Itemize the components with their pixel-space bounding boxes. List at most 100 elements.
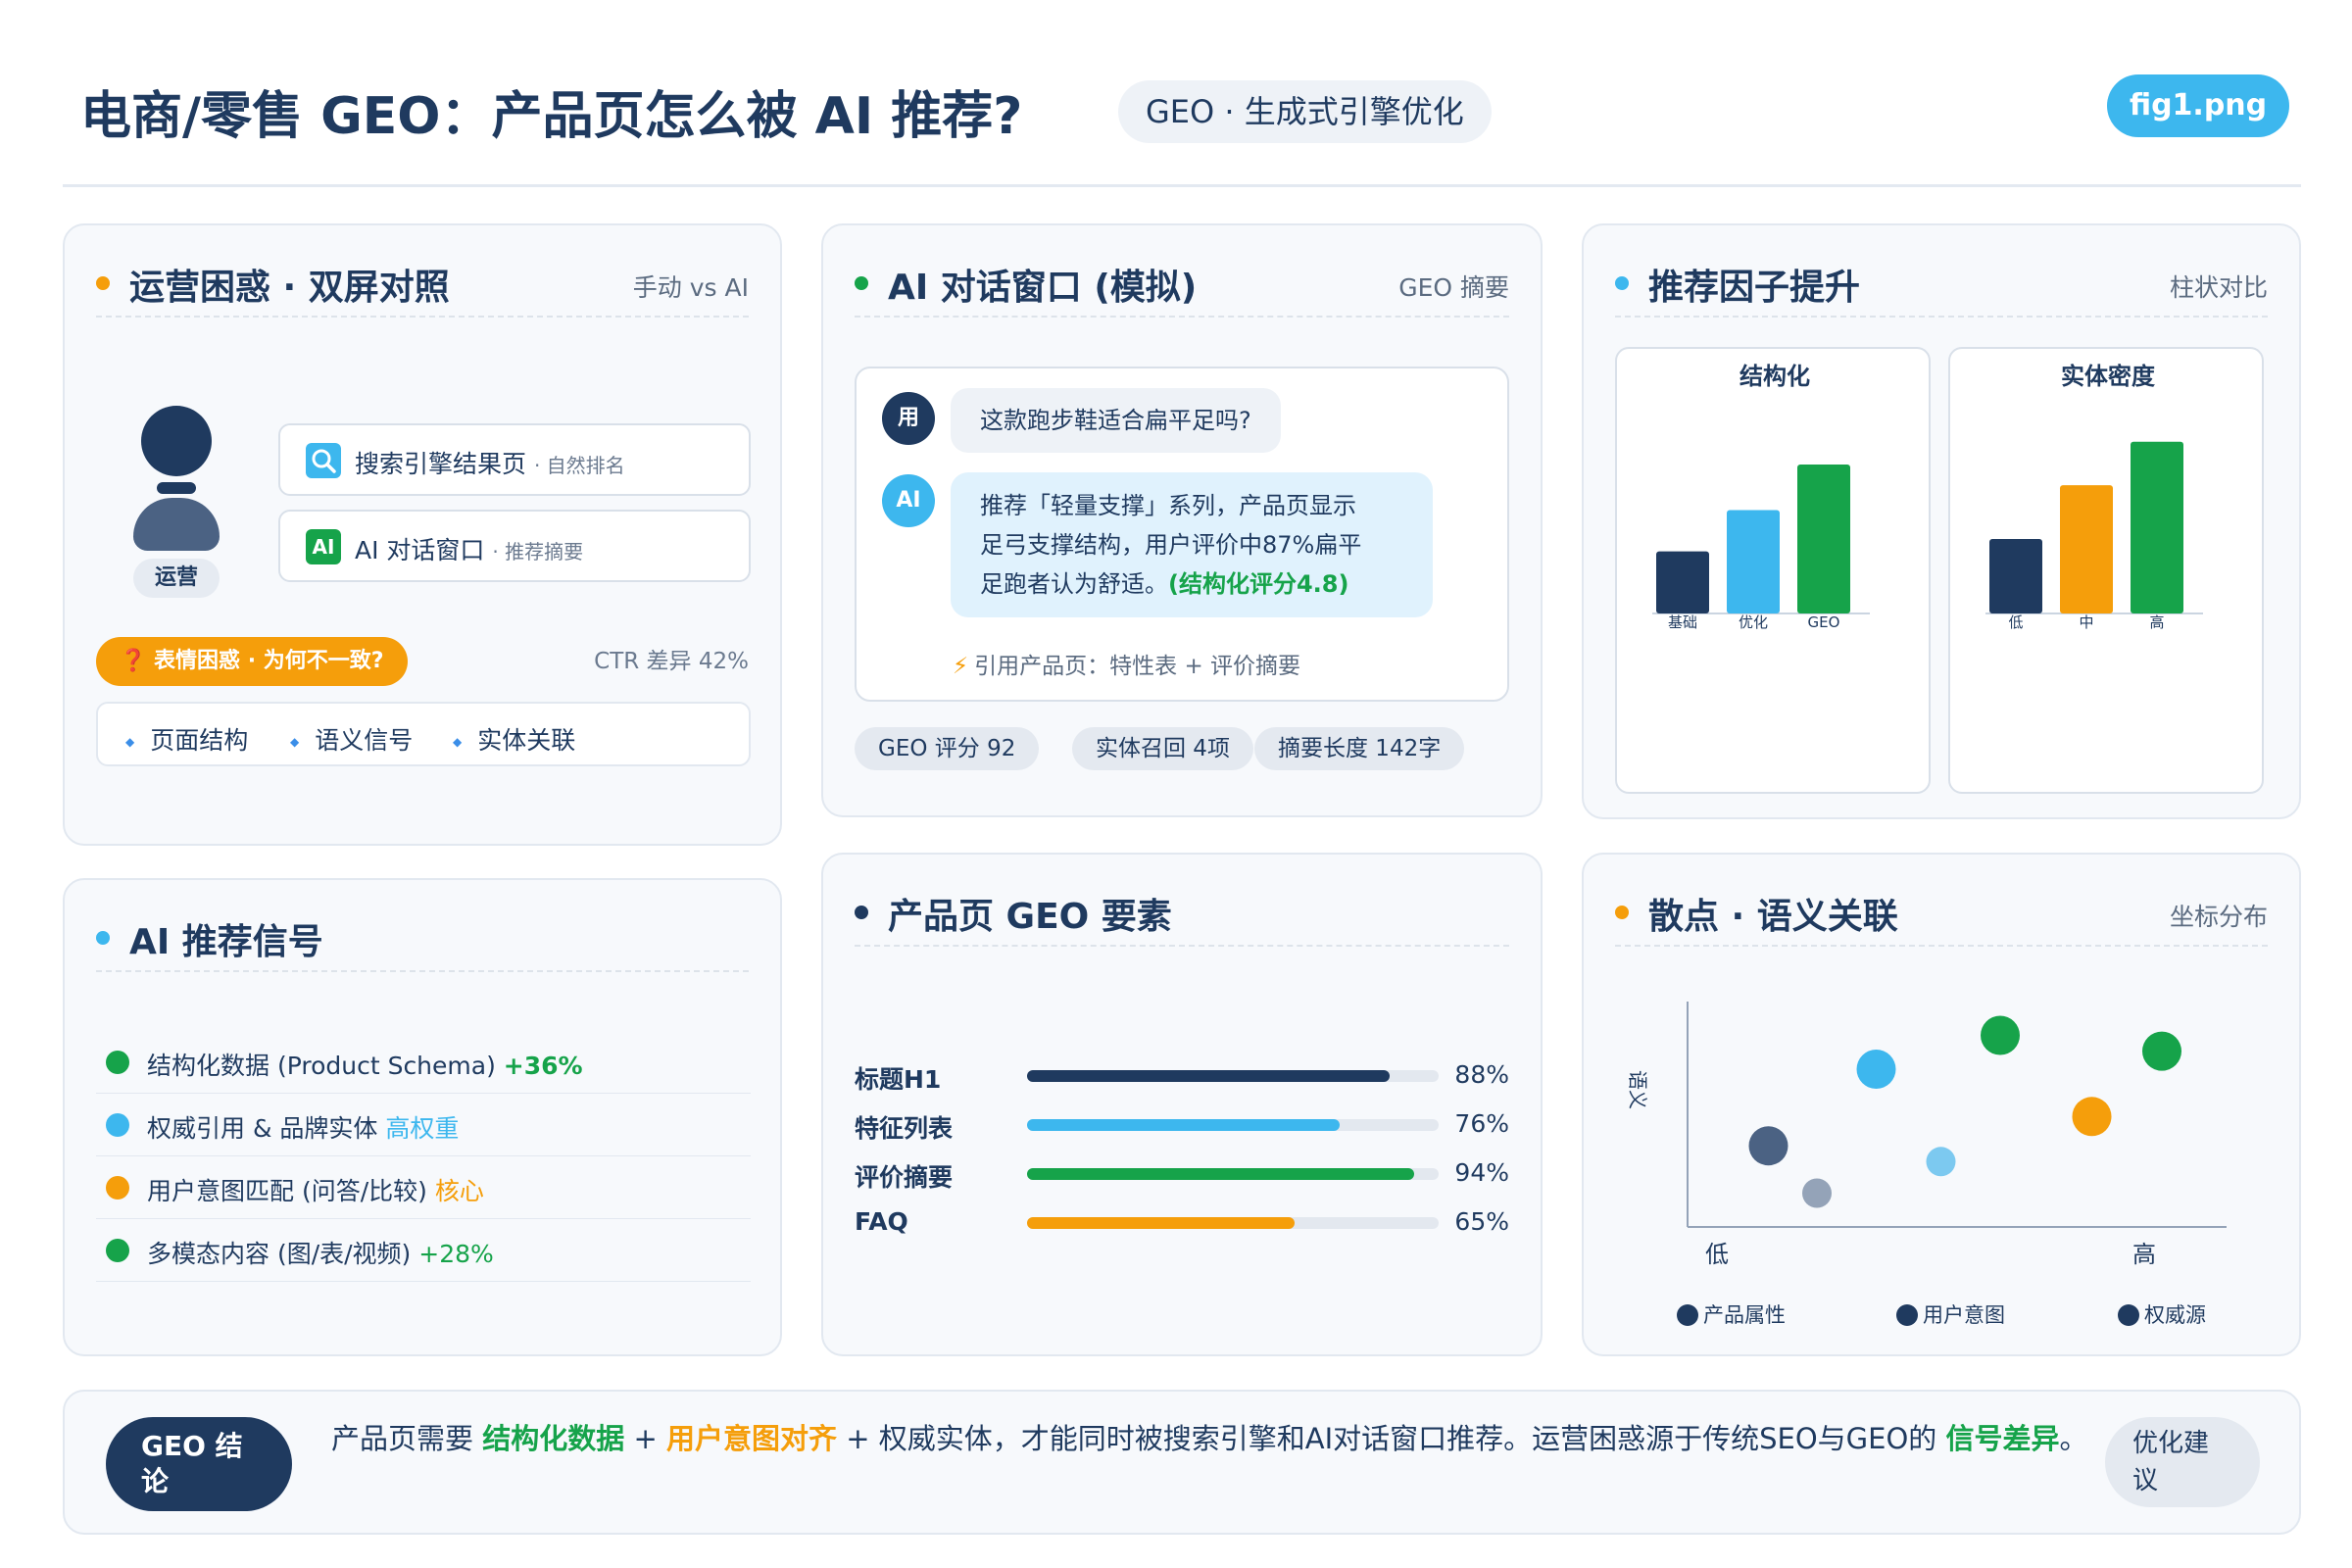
x-tick-label: 高 [2132,1241,2156,1268]
bar-chart-svg: 结构化基础 优化 GEO [1652,363,1870,631]
scatter-point [1981,1015,2020,1055]
conclusion-bar: GEO 结论 产品页需要 结构化数据 + 用户意图对齐 + 权威实体，才能同时被… [63,1390,2301,1535]
signal-text: 用户意图匹配 (问答/比较) [147,1177,427,1205]
chart-tick-label: 优化 [1739,613,1768,631]
bar-chart-svg: 实体密度低 中 高 [1985,363,2203,631]
legend-marker [2118,1304,2139,1326]
chart-bar [1656,551,1709,613]
page-title: 电商/零售 GEO：产品页怎么被 AI 推荐? [80,87,1023,146]
chart-bar [1727,510,1780,613]
screen-note: · 推荐摘要 [492,540,584,564]
factor-item: 页面结构 [125,721,248,757]
chart-bar [1797,465,1850,613]
chart-tick-label: 中 [2079,613,2093,631]
signal-badge: +36% [503,1052,583,1080]
panel-scatter: 散点 · 语义关联 坐标分布 语义低高产品属性 用户意图 权威源 [1582,853,2301,1356]
element-label: 特征列表 [855,1114,954,1143]
search-icon [306,443,341,478]
chart-tick-label: 高 [2149,613,2164,631]
user-avatar: 用 [882,392,935,445]
element-value: 88% [1454,1060,1509,1089]
signal-item: 用户意图匹配 (问答/比较) 核心 [96,1156,751,1219]
ai-chat-screen[interactable]: AI AI 对话窗口 · 推荐摘要 [278,510,751,582]
bullet-dot-icon [855,906,868,919]
element-label: 标题H1 [855,1065,942,1094]
legend-label: 权威源 [2144,1303,2206,1327]
chart-title: 实体密度 [2061,363,2156,390]
panel-ai-chat: AI 对话窗口 (模拟) GEO 摘要 用 这款跑步鞋适合扁平足吗? AI 推荐… [821,223,1543,817]
x-tick-label: 低 [1705,1241,1729,1268]
role-label: 运营 [133,559,220,598]
lightning-icon: ⚡ [953,654,969,679]
progress-fill [1027,1070,1390,1082]
conclusion-label: GEO 结论 [106,1417,292,1511]
panel-header: 运营困惑 · 双屏对照 手动 vs AI [96,251,749,318]
user-avatar-neck [157,482,196,494]
chat-window: 用 这款跑步鞋适合扁平足吗? AI 推荐「轻量支撑」系列，产品页显示 足弓支撑结… [855,367,1509,702]
search-results-screen[interactable]: 搜索引擎结果页 · 自然排名 [278,423,751,496]
bullet-dot-icon [1615,276,1629,290]
element-row: 特征列表 76% [855,1105,1509,1145]
conclusion-segment: 产品页需要 [331,1422,483,1455]
factor-list: 页面结构 语义信号 实体关联 [96,702,751,766]
panel-header: 产品页 GEO 要素 [855,880,1509,947]
signal-badge: 高权重 [385,1114,460,1143]
progress-track [1027,1070,1439,1082]
signal-text: 结构化数据 (Product Schema) [147,1052,496,1080]
panel-title: 推荐因子提升 [1648,268,1861,308]
conclusion-segment: 。 [2059,1422,2088,1455]
scatter-point [1926,1147,1956,1177]
progress-fill [1027,1168,1414,1180]
metric-chip: 实体召回 4项 [1072,727,1253,770]
chart-bar [2060,485,2113,613]
answer-line: 推荐「轻量支撑」系列，产品页显示 [980,492,1356,519]
progress-track [1027,1119,1439,1131]
answer-line: 足弓支撑结构，用户评价中87%扁平 [980,531,1362,559]
scatter-point [1802,1178,1832,1208]
screen-note: · 自然排名 [533,454,625,477]
signal-text: 权威引用 & 品牌实体 [147,1114,378,1143]
chart-title: 结构化 [1740,363,1810,390]
panel-tag: GEO 摘要 [1398,273,1509,302]
citation: ⚡ 引用产品页：特性表 + 评价摘要 [953,647,1300,680]
conclusion-segment: + 权威实体，才能同时被搜索引擎和AI对话窗口推荐。运营困惑源于传统SEO与GE… [837,1422,1946,1455]
panel-confusion: 运营困惑 · 双屏对照 手动 vs AI 运营 搜索引擎结果页 · 自然排名 A… [63,223,782,846]
factor-item: 实体关联 [453,721,575,757]
file-tag-button[interactable]: fig1.png [2107,74,2289,137]
user-avatar-body [133,498,220,551]
legend-label: 用户意图 [1923,1303,2005,1327]
optimization-advice-button[interactable]: 优化建议 [2105,1417,2260,1507]
panel-header: AI 对话窗口 (模拟) GEO 摘要 [855,251,1509,318]
answer-highlight: (结构化评分4.8) [1168,570,1349,598]
progress-fill [1027,1217,1295,1229]
signal-badge: +28% [418,1240,494,1268]
conclusion-highlight: 信号差异 [1945,1422,2060,1455]
signal-item: 权威引用 & 品牌实体 高权重 [96,1094,751,1156]
screen-label: AI 对话窗口 [355,536,485,564]
chart-tick-label: 基础 [1668,613,1697,631]
subtitle-pill: GEO · 生成式引擎优化 [1118,80,1492,143]
conclusion-segment: + [624,1422,666,1455]
element-value: 94% [1454,1158,1509,1187]
screen-label: 搜索引擎结果页 [355,450,527,478]
ai-badge-icon: AI [306,529,341,564]
bullet-dot-icon [855,276,868,290]
legend-marker [1677,1304,1698,1326]
factor-item: 语义信号 [290,721,413,757]
chart-bar [1989,539,2042,613]
scatter-point [1856,1050,1896,1089]
signal-dot-icon [106,1113,129,1137]
element-row: FAQ 65% [855,1203,1509,1243]
element-label: FAQ [855,1207,908,1236]
conclusion-highlight: 用户意图对齐 [665,1422,837,1455]
panel-ai-signals: AI 推荐信号 结构化数据 (Product Schema) +36% 权威引用… [63,878,782,1356]
ctr-difference: CTR 差异 42% [594,649,749,674]
chart-bar [2131,441,2183,613]
conclusion-text: 产品页需要 结构化数据 + 用户意图对齐 + 权威实体，才能同时被搜索引擎和AI… [331,1417,2134,1460]
conclusion-highlight: 结构化数据 [482,1422,625,1455]
scatter-chart-svg: 语义低 高产品属性 用户意图 权威源 [1626,1002,2227,1327]
bar-chart-structure: 结构化 基础 优化 GEO [1615,347,1931,794]
user-question-bubble: 这款跑步鞋适合扁平足吗? [951,388,1281,453]
bullet-dot-icon [96,931,110,945]
answer-line: 足跑者认为舒适。 [980,570,1168,598]
